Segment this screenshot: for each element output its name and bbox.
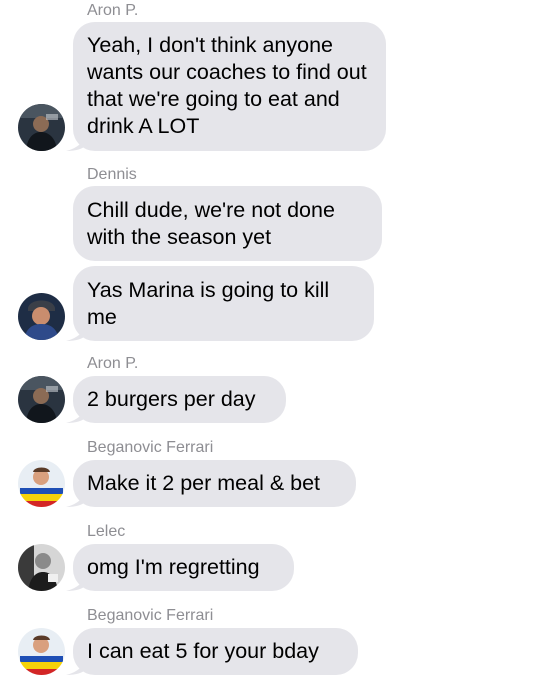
aron-avatar[interactable]	[18, 104, 65, 151]
bubble-tail	[66, 657, 86, 675]
bubble-tail	[66, 489, 86, 507]
sender-name: Beganovic Ferrari	[87, 607, 214, 624]
message-bubble[interactable]: I can eat 5 for your bday	[66, 628, 358, 675]
message-bubble[interactable]: Chill dude, we're not done with the seas…	[73, 186, 382, 261]
dennis-avatar[interactable]	[18, 293, 65, 340]
sender-name: Beganovic Ferrari	[87, 439, 214, 456]
message-bubble[interactable]: Yas Marina is going to kill me	[66, 266, 374, 341]
message-text: 2 burgers per day	[87, 387, 256, 411]
message-text: Chill dude, we're not done with the seas…	[87, 198, 335, 249]
aron-avatar[interactable]	[18, 376, 65, 423]
sender-name: Dennis	[87, 166, 137, 183]
message-bubble[interactable]: Yeah, I don't think anyone wants our coa…	[66, 22, 386, 151]
beganovic-avatar[interactable]	[18, 460, 65, 507]
message-text: I can eat 5 for your bday	[87, 639, 319, 663]
message-bubble[interactable]: omg I'm regretting	[66, 544, 294, 591]
bubble-tail	[66, 323, 86, 341]
bubble-tail	[66, 573, 86, 591]
sender-name: Aron P.	[87, 2, 139, 19]
message-bubble[interactable]: Make it 2 per meal & bet	[66, 460, 356, 507]
sender-name: Lelec	[87, 523, 126, 540]
sender-name: Aron P.	[87, 355, 139, 372]
bubble-tail	[66, 133, 86, 151]
message-bubble[interactable]: 2 burgers per day	[66, 376, 286, 423]
message-text: Make it 2 per meal & bet	[87, 471, 321, 495]
beganovic-avatar[interactable]	[18, 628, 65, 675]
bubble-tail	[66, 405, 86, 423]
message-text: omg I'm regretting	[87, 555, 260, 579]
message-text: Yeah, I don't think anyone wants our coa…	[87, 33, 367, 138]
message-text: Yas Marina is going to kill me	[87, 278, 330, 329]
lelec-avatar[interactable]	[18, 544, 65, 591]
